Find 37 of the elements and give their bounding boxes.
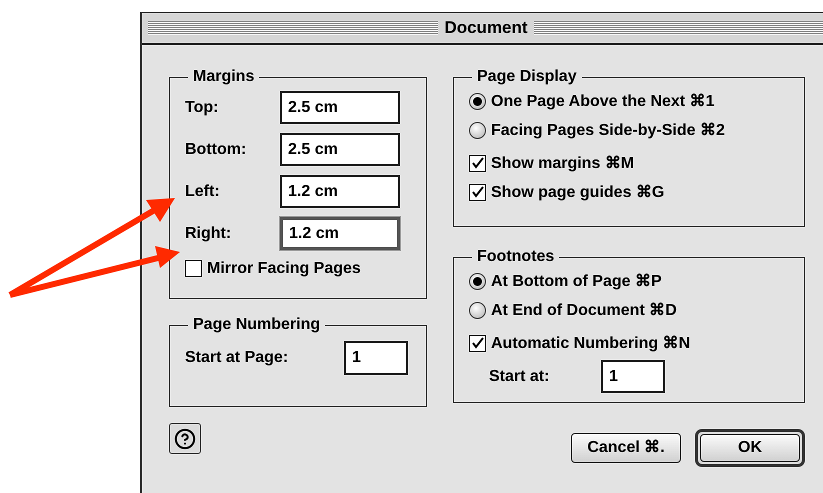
ok-button[interactable]: OK <box>700 434 800 462</box>
radio-button[interactable] <box>469 273 486 290</box>
input-field[interactable]: 1 <box>344 341 408 375</box>
input-field[interactable]: 1.2 cm <box>280 175 400 208</box>
group-title: Footnotes <box>476 247 556 267</box>
field-label: Start at: <box>489 366 550 386</box>
radio-label: At End of Document ⌘D <box>491 300 677 320</box>
input-field[interactable]: 2.5 cm <box>280 133 400 166</box>
group-title: Page Display <box>476 67 578 87</box>
checkbox[interactable] <box>469 335 486 352</box>
checkbox-label: Automatic Numbering ⌘N <box>491 334 690 354</box>
field-label: Start at Page: <box>185 348 290 368</box>
checkbox-label: Show margins ⌘M <box>491 154 634 174</box>
input-field[interactable]: 1 <box>601 360 665 393</box>
radio-label: Facing Pages Side-by-Side ⌘2 <box>491 120 725 140</box>
radio-label: At Bottom of Page ⌘P <box>491 272 662 292</box>
field-label: Left: <box>185 182 221 202</box>
input-field[interactable]: 2.5 cm <box>280 91 400 124</box>
cancel-button[interactable]: Cancel ⌘. <box>571 433 681 463</box>
group-title: Page Numbering <box>192 315 322 335</box>
radio-button[interactable] <box>469 122 486 139</box>
checkbox[interactable] <box>185 260 202 277</box>
input-field[interactable]: 1.2 cm <box>280 217 400 250</box>
field-label: Top: <box>185 98 220 118</box>
radio-button[interactable] <box>469 93 486 110</box>
radio-label: One Page Above the Next ⌘1 <box>491 92 714 112</box>
group-title: Margins <box>192 67 256 87</box>
checkbox[interactable] <box>469 155 486 172</box>
help-button[interactable] <box>169 423 201 454</box>
field-label: Bottom: <box>185 140 248 160</box>
checkbox[interactable] <box>469 184 486 201</box>
checkbox-label: Show page guides ⌘G <box>491 182 664 202</box>
field-label: Right: <box>185 224 232 244</box>
radio-button[interactable] <box>469 302 486 319</box>
checkbox-label: Mirror Facing Pages <box>207 258 361 278</box>
window-title: Document <box>444 17 528 40</box>
help-icon <box>174 428 196 450</box>
